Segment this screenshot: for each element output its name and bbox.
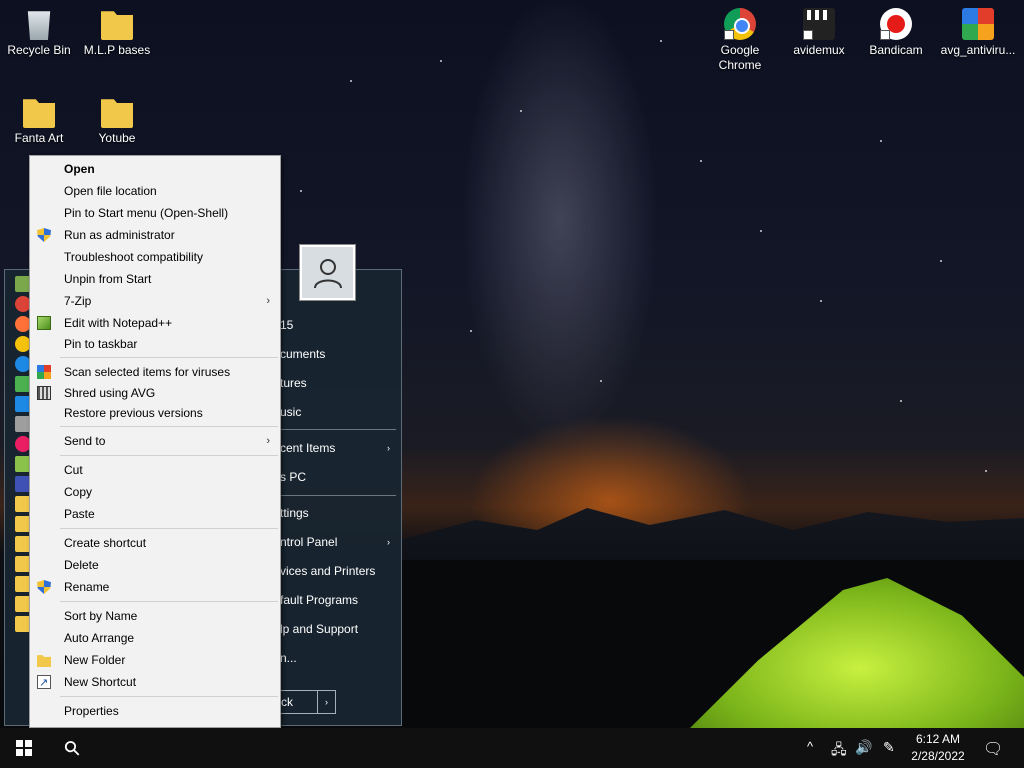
desktop-icon-bandicam[interactable]: Bandicam [858, 8, 934, 58]
separator [60, 696, 278, 697]
menu-item-delete[interactable]: Delete [30, 554, 280, 576]
separator [60, 455, 278, 456]
start-button[interactable] [0, 728, 48, 768]
notepad-plus-plus-icon [37, 316, 51, 330]
pen-icon[interactable]: ✎ [883, 739, 895, 756]
start-item-recent-items[interactable]: cent Items › [276, 437, 396, 459]
separator [276, 429, 396, 430]
start-item-this-pc[interactable]: s PC [276, 466, 396, 488]
uac-shield-icon [37, 228, 51, 242]
start-item-run[interactable]: n... [276, 647, 396, 669]
desktop-icon-avidemux[interactable]: avidemux [781, 8, 857, 58]
new-shortcut-icon [37, 672, 51, 694]
menu-item-shred-using-avg[interactable]: Shred using AVG [30, 383, 280, 403]
chevron-right-icon: › [266, 295, 270, 307]
start-item-music[interactable]: usic [276, 401, 396, 423]
desktop-icon-mlp-bases[interactable]: M.L.P bases [79, 8, 155, 58]
search-button[interactable]: ⚲ [48, 728, 96, 768]
desktop-icon-google-chrome[interactable]: Google Chrome [702, 8, 778, 73]
context-menu: Open Open file location Pin to Start men… [29, 155, 281, 728]
menu-item-rename[interactable]: Rename [30, 576, 280, 598]
start-item-control-panel[interactable]: ntrol Panel › [276, 531, 396, 553]
start-item-documents[interactable]: cuments [276, 343, 396, 365]
menu-item-edit-with-notepad[interactable]: Edit with Notepad++ [30, 312, 280, 334]
desktop-icon-yotube[interactable]: Yotube [79, 96, 155, 146]
chevron-right-icon: › [387, 537, 390, 547]
menu-item-7zip[interactable]: 7-Zip › [30, 290, 280, 312]
separator [60, 601, 278, 602]
notification-icon[interactable]: 🗨 [983, 739, 1003, 759]
user-icon [313, 258, 342, 288]
taskbar: ⚲ ^ 🖧 🔊 ✎ 6:12 AM 2/28/2022 🗨 [0, 728, 1024, 768]
start-item-devices-and-printers[interactable]: vices and Printers [276, 560, 396, 582]
folder-icon [101, 99, 133, 128]
start-item-default-programs[interactable]: fault Programs [276, 589, 396, 611]
menu-item-new-folder[interactable]: New Folder [30, 649, 280, 671]
menu-item-new-shortcut[interactable]: New Shortcut [30, 671, 280, 694]
menu-item-paste[interactable]: Paste [30, 503, 280, 525]
new-folder-icon [37, 655, 51, 667]
menu-item-restore-previous-versions[interactable]: Restore previous versions [30, 403, 280, 423]
network-icon[interactable]: 🖧 [831, 739, 847, 763]
clock[interactable]: 6:12 AM 2/28/2022 [906, 731, 970, 765]
avidemux-icon [803, 8, 835, 40]
menu-item-sort-by-name[interactable]: Sort by Name [30, 605, 280, 627]
desktop-icon-avg-antivirus[interactable]: avg_antiviru... [936, 8, 1020, 58]
folder-icon [101, 11, 133, 40]
volume-icon[interactable]: 🔊 [855, 739, 872, 756]
clock-time: 6:12 AM [915, 732, 961, 746]
lock-button[interactable]: ck › [276, 690, 336, 714]
bandicam-icon [880, 8, 912, 40]
avg-scan-icon [37, 365, 51, 379]
recycle-bin-icon [27, 11, 51, 40]
avg-icon [962, 8, 994, 40]
start-item-pictures[interactable]: tures [276, 372, 396, 394]
separator [60, 528, 278, 529]
menu-item-scan-for-viruses[interactable]: Scan selected items for viruses [30, 361, 280, 383]
chevron-right-icon: › [387, 443, 390, 453]
menu-item-properties[interactable]: Properties [30, 700, 280, 722]
search-icon: ⚲ [59, 735, 86, 762]
clock-date: 2/28/2022 [911, 749, 965, 763]
separator [60, 426, 278, 427]
menu-item-troubleshoot-compatibility[interactable]: Troubleshoot compatibility [30, 246, 280, 268]
shredder-icon [37, 386, 51, 400]
user-avatar[interactable] [299, 244, 356, 301]
shutdown-options-button[interactable]: › [317, 691, 335, 713]
menu-item-run-as-administrator[interactable]: Run as administrator [30, 224, 280, 246]
chevron-up-icon[interactable]: ^ [807, 739, 813, 754]
start-item-username[interactable]: 15 [276, 314, 396, 336]
chevron-right-icon: › [266, 435, 270, 447]
menu-item-pin-to-start[interactable]: Pin to Start menu (Open-Shell) [30, 202, 280, 224]
chrome-icon [724, 8, 756, 40]
menu-item-unpin-from-start[interactable]: Unpin from Start [30, 268, 280, 290]
folder-icon [23, 99, 55, 128]
menu-item-create-shortcut[interactable]: Create shortcut [30, 532, 280, 554]
menu-item-open[interactable]: Open [30, 158, 280, 180]
separator [276, 495, 396, 496]
menu-item-open-file-location[interactable]: Open file location [30, 180, 280, 202]
menu-item-copy[interactable]: Copy [30, 481, 280, 503]
menu-item-send-to[interactable]: Send to › [30, 430, 280, 452]
desktop-icon-recycle-bin[interactable]: Recycle Bin [1, 8, 77, 58]
menu-item-cut[interactable]: Cut [30, 459, 280, 481]
start-item-help-and-support[interactable]: lp and Support [276, 618, 396, 640]
windows-logo-icon [16, 740, 32, 756]
menu-item-pin-to-taskbar[interactable]: Pin to taskbar [30, 334, 280, 354]
desktop-icon-fanta-art[interactable]: Fanta Art [1, 96, 77, 146]
uac-shield-icon [37, 580, 51, 594]
separator [60, 357, 278, 358]
start-item-settings[interactable]: ttings [276, 502, 396, 524]
menu-item-auto-arrange[interactable]: Auto Arrange [30, 627, 280, 649]
